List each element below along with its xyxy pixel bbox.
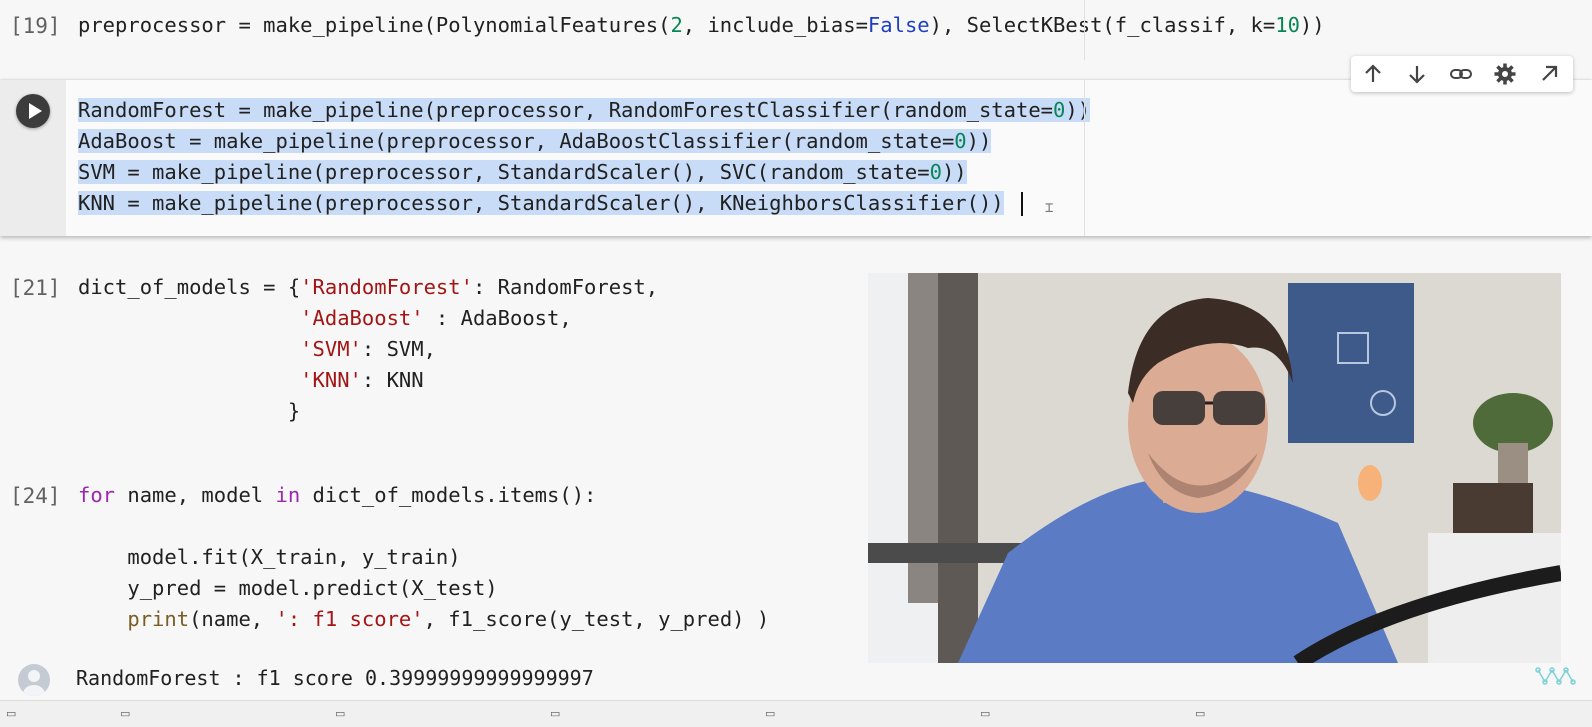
execution-count: [19] — [10, 14, 61, 38]
ibeam-cursor-icon: ⌶ — [1045, 200, 1054, 216]
cell-output: RandomForest : f1 score 0.39999999999999… — [0, 658, 1592, 698]
code-token: False — [867, 13, 930, 37]
cell-gutter — [0, 80, 66, 236]
code-token: )) — [1065, 98, 1091, 122]
code-line: 'AdaBoost' : AdaBoost, — [78, 303, 658, 334]
taskbar: ▭ ▭ ▭ ▭ ▭ ▭ ▭ — [0, 700, 1592, 727]
code-line: print(name, ': f1 score', f1_score(y_tes… — [78, 604, 769, 635]
code-token: ), SelectKBest(f_classif, k — [929, 13, 1263, 37]
code-cell-19[interactable]: [19] preprocessor = make_pipeline(Polyno… — [0, 0, 1592, 62]
code-token: in — [275, 483, 301, 507]
code-editor[interactable]: for name, model in dict_of_models.items(… — [78, 480, 769, 635]
play-icon — [29, 103, 42, 119]
code-line: SVM = make_pipeline(preprocessor, Standa… — [78, 157, 1090, 188]
code-token: : AdaBoost, — [423, 306, 572, 330]
presenter-image — [868, 273, 1561, 663]
code-token: (name, — [189, 607, 276, 631]
taskbar-tab[interactable]: ▭ — [120, 707, 320, 721]
code-line: for name, model in dict_of_models.items(… — [78, 480, 769, 511]
run-cell-button[interactable] — [16, 94, 50, 128]
cell-toolbar — [1351, 56, 1573, 92]
code-token: dict_of_models = { — [78, 275, 301, 299]
webcam-video — [868, 273, 1561, 663]
code-line: } — [78, 396, 658, 427]
code-token: , include_bias — [682, 13, 856, 37]
code-token: )) — [966, 129, 992, 153]
code-token: = — [238, 13, 251, 37]
execution-count: [24] — [10, 484, 61, 508]
code-line: preprocessor = make_pipeline(PolynomialF… — [78, 10, 1325, 41]
output-avatar-icon — [18, 664, 50, 696]
code-token: : KNN — [361, 368, 424, 392]
gear-icon[interactable] — [1493, 62, 1517, 86]
taskbar-tab[interactable]: ▭ — [550, 707, 750, 721]
code-token: , f1_score(y_test, y_pred) ) — [423, 607, 770, 631]
code-token: = — [855, 13, 868, 37]
code-token: : SVM, — [361, 337, 436, 361]
code-token: 10 — [1275, 13, 1300, 37]
code-line: AdaBoost = make_pipeline(preprocessor, A… — [78, 126, 1090, 157]
code-token: name, model — [115, 483, 276, 507]
open-external-icon[interactable] — [1537, 62, 1561, 86]
code-token: 0 — [929, 160, 942, 184]
text-cursor — [1021, 192, 1023, 216]
code-token: 2 — [670, 13, 683, 37]
code-token: = — [1262, 13, 1276, 37]
taskbar-tab[interactable]: ▭ — [765, 707, 965, 721]
code-token: model.fit(X_train, y_train) — [78, 545, 461, 569]
arrow-up-icon[interactable] — [1361, 62, 1385, 86]
code-editor[interactable]: preprocessor = make_pipeline(PolynomialF… — [78, 10, 1325, 41]
divider — [1084, 0, 1085, 60]
code-token: KNN = make_pipeline(preprocessor, Standa… — [78, 191, 1004, 215]
code-token: } — [78, 399, 301, 423]
code-line: y_pred = model.predict(X_test) — [78, 573, 769, 604]
taskbar-tab[interactable]: ▭ — [980, 707, 1180, 721]
divider — [1084, 80, 1085, 236]
taskbar-tab[interactable]: ▭ — [1195, 707, 1395, 721]
code-line: model.fit(X_train, y_train) — [78, 542, 769, 573]
code-token: : RandomForest, — [472, 275, 659, 299]
code-token: RandomForest = make_pipeline(preprocesso… — [78, 98, 1054, 122]
taskbar-tab[interactable]: ▭ — [6, 707, 106, 721]
code-token: 0 — [1053, 98, 1066, 122]
code-line: dict_of_models = {'RandomForest': Random… — [78, 272, 658, 303]
code-line: KNN = make_pipeline(preprocessor, Standa… — [78, 188, 1090, 219]
code-line: RandomForest = make_pipeline(preprocesso… — [78, 95, 1091, 126]
taskbar-tab[interactable]: ▭ — [335, 707, 535, 721]
execution-count: [21] — [10, 276, 61, 300]
code-token: make_pipeline(PolynomialFeatures( — [250, 13, 671, 37]
link-icon[interactable] — [1449, 62, 1473, 86]
code-token: dict_of_models.items(): — [300, 483, 597, 507]
code-token: preprocessor — [78, 13, 239, 37]
output-text: RandomForest : f1 score 0.39999999999999… — [76, 666, 594, 690]
code-token: )) — [941, 160, 967, 184]
code-token: ': f1 score' — [275, 607, 424, 631]
code-token: y_pred = model.predict(X_test) — [78, 576, 498, 600]
arrow-down-icon[interactable] — [1405, 62, 1429, 86]
code-token: 'KNN' — [300, 368, 362, 392]
code-token: 'RandomForest' — [300, 275, 473, 299]
network-logo-icon — [1535, 667, 1576, 685]
code-token: 0 — [954, 129, 967, 153]
code-token: AdaBoost = make_pipeline(preprocessor, A… — [78, 129, 955, 153]
code-token: SVM = make_pipeline(preprocessor, Standa… — [78, 160, 930, 184]
code-line: 'SVM': SVM, — [78, 334, 658, 365]
code-token: for — [78, 483, 116, 507]
code-line: 'KNN': KNN — [78, 365, 658, 396]
code-token: print — [127, 607, 190, 631]
code-editor[interactable]: dict_of_models = {'RandomForest': Random… — [78, 272, 658, 427]
code-token: )) — [1299, 13, 1325, 37]
code-token: 'AdaBoost' — [300, 306, 424, 330]
code-token: 'SVM' — [300, 337, 362, 361]
code-cell-active[interactable]: RandomForest = make_pipeline(preprocesso… — [0, 80, 1592, 236]
code-editor[interactable]: RandomForest = make_pipeline(preprocesso… — [78, 95, 1091, 219]
